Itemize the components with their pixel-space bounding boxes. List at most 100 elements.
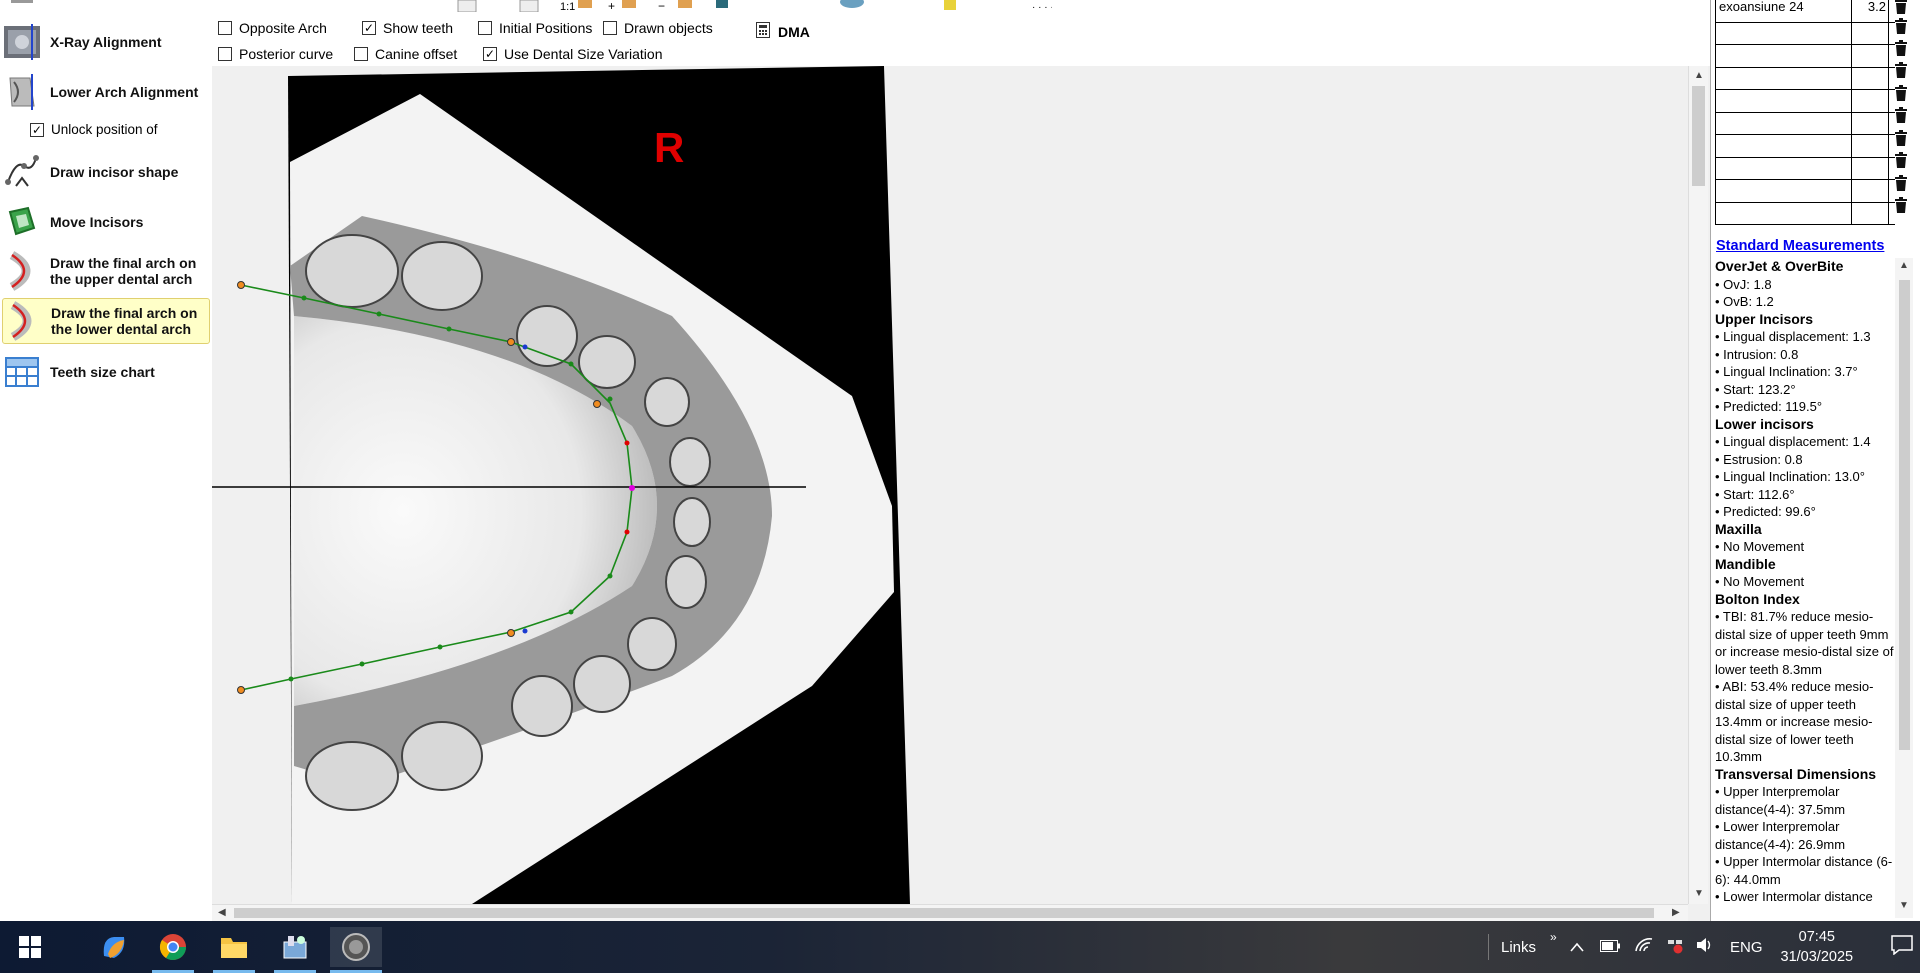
scroll-thumb[interactable] [234, 908, 1654, 918]
control-point[interactable] [593, 400, 601, 408]
taskbar-settings-app[interactable] [275, 927, 315, 967]
trash-icon[interactable] [1894, 0, 1908, 14]
trash-icon[interactable] [1894, 130, 1908, 146]
chevron-up-icon[interactable] [1570, 939, 1584, 956]
measurement-item: • Upper Intermolar distance (6-6): 44.0m… [1715, 854, 1893, 887]
control-point[interactable] [288, 676, 294, 682]
tool-draw-final-arch-upper[interactable]: Draw the final arch on the upper dental … [2, 248, 210, 294]
dma-button[interactable]: DMA [756, 22, 810, 41]
scroll-down-arrow-icon[interactable]: ▼ [1899, 900, 1909, 911]
control-point[interactable] [237, 281, 245, 289]
show-teeth-option[interactable]: ✓ Show teeth [362, 20, 453, 36]
scroll-right-arrow-icon[interactable]: ▶ [1672, 907, 1680, 918]
trash-icon[interactable] [1894, 175, 1908, 191]
viewport-vertical-scrollbar[interactable]: ▲ ▼ [1688, 66, 1708, 904]
control-point[interactable] [376, 311, 382, 317]
control-point[interactable] [624, 440, 630, 446]
drawn-objects-option[interactable]: Drawn objects [603, 20, 713, 36]
trash-icon[interactable] [1894, 152, 1908, 168]
posterior-curve-checkbox[interactable] [218, 47, 232, 61]
drawn-objects-checkbox[interactable] [603, 21, 617, 35]
trash-icon[interactable] [1894, 40, 1908, 56]
links-toolbar[interactable]: Links » [1488, 921, 1557, 973]
trash-icon[interactable] [1894, 107, 1908, 123]
wifi-icon[interactable] [1634, 937, 1654, 957]
canine-offset-option[interactable]: Canine offset [354, 46, 457, 62]
control-point[interactable] [568, 609, 574, 615]
dental-scan-viewport[interactable]: R [212, 66, 1688, 904]
scroll-up-arrow-icon[interactable]: ▲ [1899, 260, 1909, 271]
control-point[interactable] [568, 361, 574, 367]
canine-offset-checkbox[interactable] [354, 47, 368, 61]
control-point[interactable] [437, 644, 443, 650]
control-point[interactable] [507, 338, 515, 346]
tool-draw-final-arch-lower[interactable]: Draw the final arch on the lower dental … [2, 298, 210, 344]
tool-move-incisors[interactable]: Move Incisors [2, 200, 210, 244]
battery-icon[interactable] [1600, 939, 1620, 956]
tool-teeth-size-chart[interactable]: Teeth size chart [2, 350, 210, 394]
control-point[interactable] [301, 295, 307, 301]
unlock-position-option[interactable]: ✓ Unlock position of [30, 122, 158, 137]
opposite-arch-option[interactable]: Opposite Arch [218, 20, 327, 36]
table-row[interactable] [1715, 202, 1895, 225]
table-cell [1852, 22, 1889, 44]
table-row[interactable] [1715, 180, 1895, 203]
control-point[interactable] [359, 661, 365, 667]
notifications-icon[interactable] [1891, 935, 1913, 959]
scroll-down-arrow-icon[interactable]: ▼ [1694, 888, 1704, 899]
clock[interactable]: 07:45 31/03/2025 [1781, 927, 1854, 967]
language-indicator[interactable]: ENG [1730, 939, 1763, 956]
posterior-curve-option[interactable]: Posterior curve [218, 46, 333, 62]
table-row[interactable] [1715, 67, 1895, 90]
taskbar-file-explorer[interactable] [214, 927, 254, 967]
table-row[interactable] [1715, 135, 1895, 158]
table-row[interactable] [1715, 90, 1895, 113]
dental-size-variation-option[interactable]: ✓ Use Dental Size Variation [483, 46, 662, 62]
table-row[interactable] [1715, 45, 1895, 68]
control-point[interactable] [237, 686, 245, 694]
scroll-up-arrow-icon[interactable]: ▲ [1694, 70, 1704, 81]
control-point[interactable] [507, 629, 515, 637]
measurements-scrollbar[interactable]: ▲ ▼ [1895, 258, 1913, 918]
table-row[interactable] [1715, 22, 1895, 45]
initial-positions-checkbox[interactable] [478, 21, 492, 35]
trash-icon[interactable] [1894, 62, 1908, 78]
chevron-right-icon[interactable]: » [1550, 930, 1557, 944]
show-teeth-checkbox[interactable]: ✓ [362, 21, 376, 35]
table-row[interactable] [1715, 157, 1895, 180]
volume-icon[interactable] [1696, 937, 1714, 957]
dental-scan-image[interactable]: R [212, 66, 988, 904]
tool-draw-incisor-shape[interactable]: Draw incisor shape [2, 150, 210, 194]
control-point[interactable] [624, 529, 630, 535]
initial-positions-option[interactable]: Initial Positions [478, 20, 592, 36]
scroll-thumb[interactable] [1692, 86, 1705, 186]
taskbar-dental-app[interactable] [330, 927, 382, 967]
scroll-thumb[interactable] [1899, 280, 1910, 750]
dental-size-variation-checkbox[interactable]: ✓ [483, 47, 497, 61]
tool-xray-alignment[interactable]: X-Ray Alignment [2, 20, 210, 64]
taskbar-copilot[interactable] [93, 927, 133, 967]
trash-icon[interactable] [1894, 85, 1908, 101]
control-point[interactable] [629, 485, 635, 491]
unlock-checkbox[interactable]: ✓ [30, 122, 44, 137]
trash-icon[interactable] [1894, 18, 1908, 34]
control-point[interactable] [522, 628, 528, 634]
measurement-item: • ABI: 53.4% reduce mesio-distal size of… [1715, 679, 1874, 764]
security-shield-icon[interactable] [1666, 936, 1684, 958]
tool-lower-arch-alignment[interactable]: Lower Arch Alignment [2, 70, 210, 114]
tool-cropped-top[interactable] [2, 0, 210, 12]
table-row[interactable] [1715, 112, 1895, 135]
control-point[interactable] [446, 326, 452, 332]
folder-icon [221, 938, 247, 958]
standard-measurements-link[interactable]: Standard Measurements [1716, 238, 1884, 254]
opposite-arch-checkbox[interactable] [218, 21, 232, 35]
taskbar-chrome[interactable] [153, 927, 193, 967]
control-point[interactable] [607, 396, 613, 402]
control-point[interactable] [607, 573, 613, 579]
start-button[interactable] [10, 927, 50, 967]
trash-icon[interactable] [1894, 197, 1908, 213]
scroll-left-arrow-icon[interactable]: ◀ [218, 907, 226, 918]
control-point[interactable] [522, 344, 528, 350]
table-row[interactable]: exoansiune 24 3.2 [1715, 0, 1895, 23]
viewport-horizontal-scrollbar[interactable]: ◀ ▶ [212, 904, 1688, 921]
